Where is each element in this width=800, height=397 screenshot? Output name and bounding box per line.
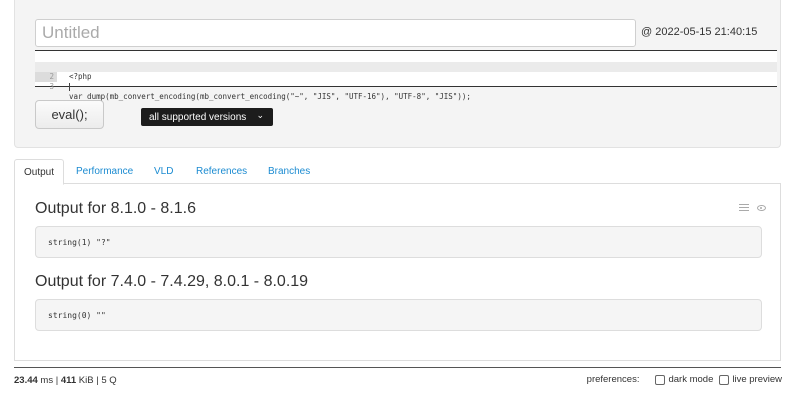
output-heading: Output for 7.4.0 - 7.4.29, 8.0.1 - 8.0.1… bbox=[35, 273, 309, 290]
live-preview-option[interactable]: live preview bbox=[719, 374, 782, 385]
code-text bbox=[69, 82, 70, 92]
output-icons bbox=[739, 204, 766, 212]
memory-unit: KiB | 5 Q bbox=[76, 375, 117, 386]
output-result: string(0) "" bbox=[35, 299, 762, 331]
preferences-label: preferences: bbox=[586, 374, 640, 385]
tab-vld[interactable]: VLD bbox=[154, 159, 173, 184]
tab-output[interactable]: Output bbox=[14, 159, 65, 185]
output-panel: Output for 8.1.0 - 8.1.6 string(1) "?" O… bbox=[14, 184, 781, 361]
output-heading: Output for 8.1.0 - 8.1.6 bbox=[35, 200, 196, 217]
tab-performance[interactable]: Performance bbox=[76, 159, 133, 184]
code-text: var_dump(mb_convert_encoding(mb_convert_… bbox=[69, 92, 471, 101]
version-select[interactable]: all supported versions ⌄ bbox=[141, 108, 273, 126]
live-preview-checkbox[interactable] bbox=[719, 374, 730, 385]
code-line: 3 var_dump(mb_convert_encoding(mb_conver… bbox=[35, 72, 777, 101]
chevron-down-icon: ⌄ bbox=[256, 110, 264, 120]
lines-icon[interactable] bbox=[739, 204, 749, 212]
live-preview-label: live preview bbox=[732, 374, 782, 385]
time-value: 23.44 bbox=[14, 375, 38, 386]
tabs-bar: Output Performance VLD References Branch… bbox=[14, 159, 781, 185]
output-result: string(1) "?" bbox=[35, 226, 762, 258]
tab-references[interactable]: References bbox=[196, 159, 247, 184]
timestamp: @ 2022-05-15 21:40:15 bbox=[641, 26, 758, 38]
tab-branches[interactable]: Branches bbox=[268, 159, 310, 184]
time-unit: ms | bbox=[37, 375, 61, 386]
code-line: 1 <?php bbox=[35, 52, 777, 81]
text-cursor bbox=[69, 83, 70, 91]
footer-divider bbox=[14, 367, 781, 368]
dark-mode-label: dark mode bbox=[668, 374, 714, 385]
footer-stats: 23.44 ms | 411 KiB | 5 Q bbox=[14, 375, 117, 386]
title-input[interactable] bbox=[35, 19, 636, 47]
dark-mode-option[interactable]: dark mode bbox=[655, 374, 713, 385]
code-line-active: 2 bbox=[35, 62, 777, 91]
editor-panel: @ 2022-05-15 21:40:15 1 <?php 2 3 var_du… bbox=[14, 0, 781, 148]
eval-button[interactable]: eval(); bbox=[35, 100, 104, 129]
version-select-label: all supported versions bbox=[149, 111, 247, 123]
memory-value: 411 bbox=[60, 375, 77, 386]
preferences: preferences: dark mode live preview bbox=[587, 374, 782, 385]
line-number: 3 bbox=[49, 82, 54, 91]
code-editor[interactable]: 1 <?php 2 3 var_dump(mb_convert_encoding… bbox=[35, 50, 777, 101]
eye-icon[interactable] bbox=[757, 205, 766, 211]
dark-mode-checkbox[interactable] bbox=[655, 374, 666, 385]
